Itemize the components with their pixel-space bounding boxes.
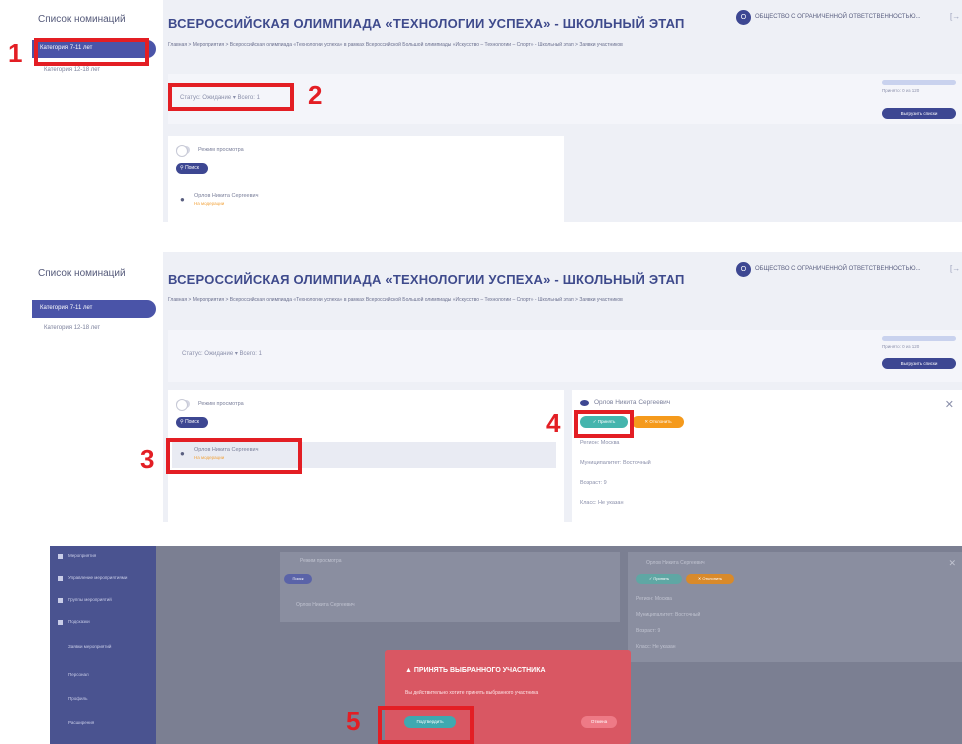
step-number-2: 2 [308, 80, 323, 110]
highlight-step-1 [34, 38, 149, 66]
accepted-progress-bar [882, 80, 956, 85]
screenshot-step-1-2: Список номинаций Категория 7-11 лет Кате… [0, 0, 962, 222]
sidebar-title: Список номинаций [38, 14, 126, 25]
dialog-message: Вы действительно хотите принять выбранно… [405, 690, 539, 696]
field-age: Возраст: 9 [580, 480, 607, 486]
field-region: Регион: Москва [636, 596, 672, 602]
sidebar-item-extensions[interactable]: Расширения [68, 720, 94, 725]
screenshot-step-5: Мероприятия Управление мероприятиями Гру… [0, 546, 962, 744]
step-number-1: 1 [8, 38, 23, 68]
org-name[interactable]: ОБЩЕСТВО С ОГРАНИЧЕННОЙ ОТВЕТСТВЕННОСТЬЮ… [755, 266, 921, 272]
hint-icon [58, 620, 63, 625]
sidebar-item-event-management[interactable]: Управление мероприятиями [68, 575, 127, 580]
step-number-4: 4 [546, 408, 561, 438]
export-button[interactable]: Выгрузить списки [882, 108, 956, 119]
step-number-3: 3 [140, 444, 155, 474]
view-mode-toggle[interactable] [176, 145, 190, 157]
close-icon[interactable]: ✕ [945, 398, 954, 411]
settings-icon [58, 576, 63, 581]
participant-row[interactable]: ● Орлов Никита Сергеевич На модерации [172, 188, 556, 214]
group-icon [58, 598, 63, 603]
highlight-step-3 [166, 438, 302, 474]
cancel-button[interactable]: Отмена [581, 716, 617, 728]
org-avatar[interactable]: О [736, 10, 751, 25]
highlight-step-5 [378, 706, 474, 744]
sidebar-item-category-12-18[interactable]: Категория 12-18 лет [36, 320, 160, 338]
field-municipality: Муниципалитет: Восточный [636, 612, 701, 618]
detail-name: Орлов Никита Сергеевич [646, 560, 705, 566]
sidebar-item-event-groups[interactable]: Группы мероприятий [68, 597, 112, 602]
search-label: Поиск [185, 419, 199, 425]
calendar-icon [58, 554, 63, 559]
view-mode-label: Режим просмотра [198, 147, 244, 153]
field-class: Класс: Не указан [636, 644, 676, 650]
close-icon[interactable]: ✕ [948, 558, 956, 569]
field-municipality: Муниципалитет: Восточный [580, 460, 651, 466]
step-number-5: 5 [346, 706, 361, 736]
person-icon: ● [180, 195, 185, 204]
sidebar-item-event-applications[interactable]: Заявки мероприятий [68, 644, 111, 649]
sidebar: Список номинаций Категория 7-11 лет Кате… [32, 252, 160, 522]
participant-status: На модерации [194, 201, 225, 206]
logout-icon[interactable]: [→ [950, 264, 960, 273]
participant-list: Режим просмотра ⚲ Поиск ● Орлов Никита С… [168, 136, 564, 222]
view-mode-toggle[interactable] [176, 399, 190, 411]
org-avatar[interactable]: О [736, 262, 751, 277]
sidebar-item-profile[interactable]: Профиль [68, 696, 87, 701]
accepted-progress-bar [882, 336, 956, 341]
sidebar-item-hints[interactable]: Подсказки [68, 619, 90, 624]
sidebar: Список номинаций Категория 7-11 лет Кате… [32, 0, 160, 222]
breadcrumb[interactable]: Главная > Мероприятия > Всероссийская ол… [168, 297, 623, 303]
highlight-step-4 [574, 410, 634, 438]
search-button[interactable]: ⚲ Поиск [176, 417, 208, 428]
page-title: ВСЕРОССИЙСКАЯ ОЛИМПИАДА «ТЕХНОЛОГИИ УСПЕ… [168, 272, 685, 287]
participant-name: Орлов Никита Сергеевич [194, 193, 259, 199]
reject-button[interactable]: ✕ Отклонить [632, 416, 684, 428]
accepted-count: Принято: 0 из 120 [882, 344, 920, 349]
sidebar-item-staff[interactable]: Персонал [68, 672, 89, 677]
accept-button[interactable]: ✓ Принять [636, 574, 682, 584]
reject-button[interactable]: ✕ Отклонить [686, 574, 734, 584]
detail-name: Орлов Никита Сергеевич [594, 399, 671, 406]
sidebar-item-events[interactable]: Мероприятия [68, 553, 96, 558]
view-mode-label: Режим просмотра [198, 401, 244, 407]
dialog-title: ▲ ПРИНЯТЬ ВЫБРАННОГО УЧАСТНИКА [405, 667, 546, 674]
screenshot-step-3-4: Список номинаций Категория 7-11 лет Кате… [0, 252, 962, 522]
accepted-count: Принято: 0 из 120 [882, 88, 920, 93]
search-button[interactable]: ⚲ Поиск [176, 163, 208, 174]
status-filter[interactable]: Статус: Ожидание ▾ Всего: 1 [182, 350, 262, 357]
field-class: Класс: Не указан [580, 500, 624, 506]
eye-icon [580, 400, 589, 406]
page-title: ВСЕРОССИЙСКАЯ ОЛИМПИАДА «ТЕХНОЛОГИИ УСПЕ… [168, 16, 685, 31]
sidebar-item-category-7-11[interactable]: Категория 7-11 лет [32, 300, 156, 318]
org-name[interactable]: ОБЩЕСТВО С ОГРАНИЧЕННОЙ ОТВЕТСТВЕННОСТЬЮ… [755, 14, 921, 20]
logout-icon[interactable]: [→ [950, 12, 960, 21]
search-label: Поиск [185, 165, 199, 171]
export-button[interactable]: Выгрузить списки [882, 358, 956, 369]
field-age: Возраст: 9 [636, 628, 661, 634]
sidebar-title: Список номинаций [38, 268, 126, 279]
field-region: Регион: Москва [580, 440, 620, 446]
view-mode-label: Режим просмотра [300, 558, 342, 564]
sidebar-dimmed: Мероприятия Управление мероприятиями Гру… [50, 546, 156, 744]
highlight-step-2 [168, 83, 294, 111]
participant-name: Орлов Никита Сергеевич [296, 602, 355, 608]
filter-bar: Статус: Ожидание ▾ Всего: 1 Принято: 0 и… [168, 330, 962, 382]
breadcrumb[interactable]: Главная > Мероприятия > Всероссийская ол… [168, 42, 623, 48]
participant-detail-dimmed: Орлов Никита Сергеевич ✓ Принять ✕ Откло… [628, 552, 962, 662]
participant-list-dimmed: Режим просмотра Поиск Орлов Никита Серге… [280, 552, 620, 622]
search-button[interactable]: Поиск [284, 574, 312, 584]
